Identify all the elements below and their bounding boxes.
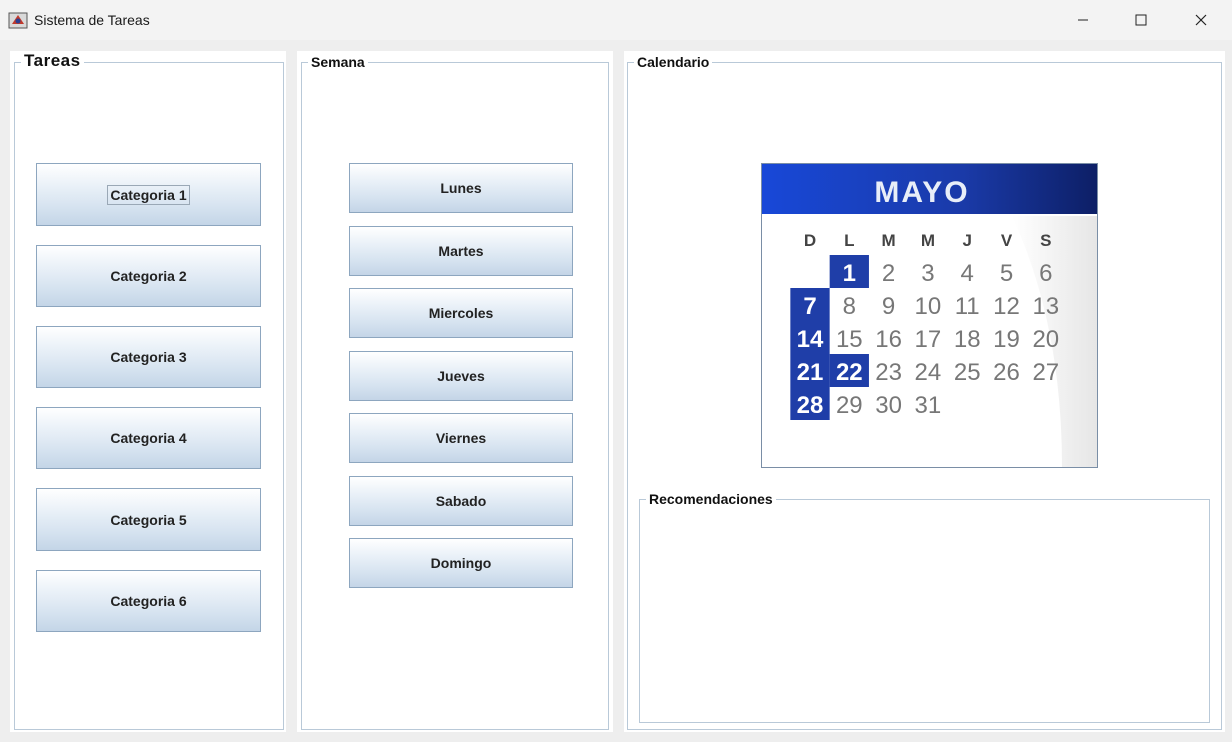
recomendaciones-group: Recomendaciones	[639, 491, 1210, 723]
calendar-day-18: 18	[954, 326, 981, 353]
martes-label: Martes	[438, 243, 484, 259]
calendar-day-11: 11	[955, 293, 980, 320]
calendar-day-12: 12	[993, 293, 1020, 320]
calendar-day-1: 1	[843, 260, 856, 287]
calendar-day-13: 13	[1032, 293, 1059, 320]
calendar-day-27: 27	[1032, 359, 1059, 386]
calendar-day-19: 19	[993, 326, 1020, 353]
lunes-label: Lunes	[440, 180, 482, 196]
calendar-day-22: 22	[836, 359, 863, 386]
calendar-day-21: 21	[797, 359, 824, 386]
calendar-day-26: 26	[993, 359, 1020, 386]
semana-legend: Semana	[308, 54, 368, 70]
calendar-day-3: 3	[921, 260, 934, 287]
jueves-label: Jueves	[437, 368, 485, 384]
recomendaciones-content	[644, 514, 1205, 718]
calendar-weekday-5: V	[1001, 231, 1013, 250]
domingo-button[interactable]: Domingo	[349, 538, 573, 588]
categoria-2-button[interactable]: Categoria 2	[36, 245, 261, 307]
calendar-weekday-0: D	[804, 231, 816, 250]
categoria-3-label: Categoria 3	[110, 349, 187, 365]
calendar-image: MAYO DLMMJVS 1 2 3 4 5 6 7 8 9 10 11 12 13 14 15 16 17 18…	[761, 163, 1098, 468]
maximize-button[interactable]	[1112, 0, 1170, 40]
categoria-2-label: Categoria 2	[110, 268, 187, 284]
calendar-day-10: 10	[915, 293, 942, 320]
calendar-day-30: 30	[875, 392, 902, 419]
recomendaciones-legend: Recomendaciones	[646, 491, 776, 507]
close-icon	[1195, 14, 1207, 26]
sabado-label: Sabado	[435, 493, 487, 509]
sabado-button[interactable]: Sabado	[349, 476, 573, 526]
categoria-6-label: Categoria 6	[110, 593, 187, 609]
calendar-day-25: 25	[954, 359, 981, 386]
martes-button[interactable]: Martes	[349, 226, 573, 276]
calendar-day-2: 2	[882, 260, 895, 287]
calendar-day-20: 20	[1032, 326, 1059, 353]
calendar-month: MAYO	[874, 176, 969, 209]
calendario-legend: Calendario	[634, 54, 713, 70]
calendar-day-29: 29	[836, 392, 863, 419]
calendar-day-24: 24	[915, 359, 942, 386]
categoria-4-label: Categoria 4	[110, 430, 187, 446]
calendar-weekday-4: J	[962, 231, 971, 250]
jueves-button[interactable]: Jueves	[349, 351, 573, 401]
calendar-weekday-3: M	[921, 231, 935, 250]
minimize-icon	[1078, 19, 1088, 21]
calendar-weekday-2: M	[882, 231, 896, 250]
domingo-label: Domingo	[430, 555, 492, 571]
tareas-legend: Tareas	[21, 52, 84, 69]
calendar-day-7: 7	[803, 293, 816, 320]
categoria-5-button[interactable]: Categoria 5	[36, 488, 261, 551]
categoria-6-button[interactable]: Categoria 6	[36, 570, 261, 632]
calendar-day-15: 15	[836, 326, 863, 353]
calendar-day-4: 4	[961, 260, 974, 287]
calendar-weekday-6: S	[1040, 231, 1051, 250]
calendar-day-8: 8	[843, 293, 856, 320]
maximize-icon	[1135, 14, 1147, 26]
miercoles-button[interactable]: Miercoles	[349, 288, 573, 338]
calendar-day-28: 28	[797, 392, 824, 419]
close-button[interactable]	[1172, 0, 1230, 40]
viernes-label: Viernes	[435, 430, 487, 446]
calendar-day-17: 17	[915, 326, 942, 353]
calendar-day-23: 23	[875, 359, 902, 386]
calendar-day-5: 5	[1000, 260, 1013, 287]
java-app-icon	[8, 12, 28, 29]
minimize-button[interactable]	[1054, 0, 1112, 40]
lunes-button[interactable]: Lunes	[349, 163, 573, 213]
window-title: Sistema de Tareas	[34, 12, 150, 28]
calendar-day-14: 14	[797, 326, 824, 353]
viernes-button[interactable]: Viernes	[349, 413, 573, 463]
calendar-day-6: 6	[1039, 260, 1052, 287]
categoria-1-label: Categoria 1	[107, 184, 190, 205]
categoria-4-button[interactable]: Categoria 4	[36, 407, 261, 469]
categoria-3-button[interactable]: Categoria 3	[36, 326, 261, 388]
calendar-graphic: MAYO DLMMJVS 1 2 3 4 5 67 8 9 10 11 12 1314 15 16 17 18…	[762, 164, 1097, 467]
calendar-day-31: 31	[915, 392, 942, 419]
window-title-bar[interactable]: Sistema de Tareas	[0, 0, 1232, 40]
miercoles-label: Miercoles	[428, 305, 494, 321]
calendar-day-16: 16	[875, 326, 902, 353]
categoria-1-button[interactable]: Categoria 1	[36, 163, 261, 226]
categoria-5-label: Categoria 5	[110, 511, 187, 528]
calendar-weekday-1: L	[844, 231, 854, 250]
calendar-day-9: 9	[882, 293, 895, 320]
